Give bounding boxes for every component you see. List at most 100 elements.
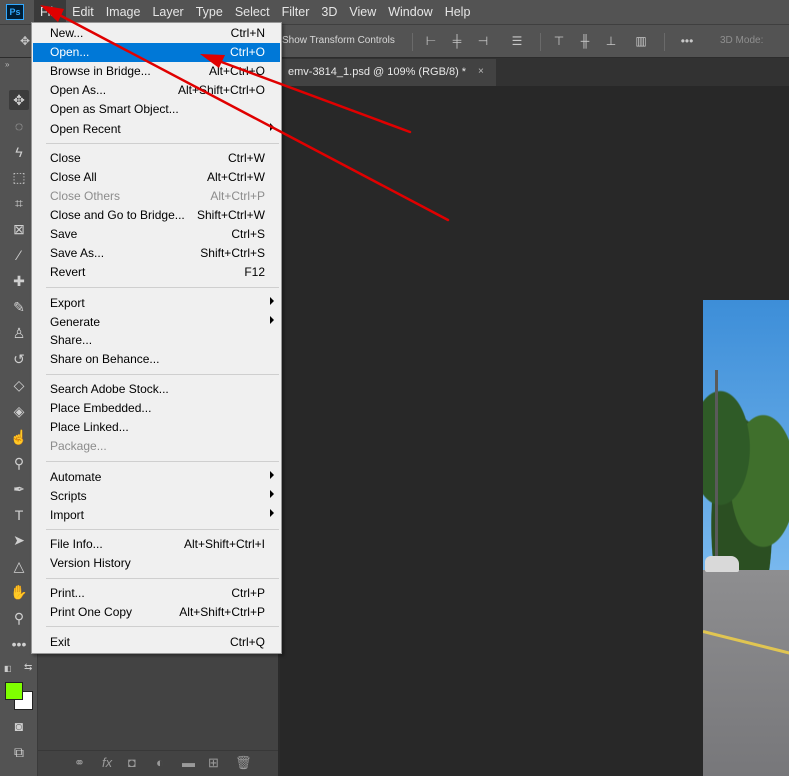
object-selection-tool-icon[interactable]: ⬚: [9, 167, 29, 187]
menu-layer[interactable]: Layer: [146, 0, 189, 24]
smudge-tool-icon[interactable]: ☝: [9, 427, 29, 447]
lasso-tool-icon[interactable]: ϟ: [9, 142, 29, 162]
file-menu-item-open-recent[interactable]: Open Recent: [33, 120, 280, 139]
dodge-tool-icon[interactable]: ⚲: [9, 453, 29, 473]
close-document-icon[interactable]: ×: [478, 66, 484, 77]
menu-3d[interactable]: 3D: [315, 0, 343, 24]
crop-tool-icon[interactable]: ⌗: [9, 193, 29, 213]
file-menu-item-close-and-go-to-bridge[interactable]: Close and Go to Bridge... Shift+Ctrl+W: [33, 206, 280, 225]
submenu-arrow-icon: [270, 509, 274, 517]
file-menu-item-file-info[interactable]: File Info... Alt+Shift+Ctrl+I: [33, 535, 280, 554]
file-menu-item-save[interactable]: Save Ctrl+S: [33, 225, 280, 244]
distribute-icon[interactable]: ☰: [510, 34, 524, 48]
menu-item-label: Place Embedded...: [50, 401, 152, 415]
align-middle-icon[interactable]: ╫: [578, 34, 592, 48]
file-menu-item-new[interactable]: New... Ctrl+N: [33, 24, 280, 43]
menu-help[interactable]: Help: [439, 0, 477, 24]
new-layer-icon[interactable]: ⊞: [208, 755, 219, 771]
menu-file[interactable]: File: [34, 0, 67, 24]
frame-tool-icon[interactable]: ⊠: [9, 219, 29, 239]
file-menu-item-revert[interactable]: Revert F12: [33, 263, 280, 282]
move-tool-preset-icon[interactable]: ✥: [18, 34, 32, 48]
file-menu-item-generate[interactable]: Generate: [33, 313, 280, 332]
hand-tool-icon[interactable]: ✋: [9, 582, 29, 602]
eyedropper-tool-icon[interactable]: ⁄: [9, 245, 29, 265]
file-menu-item-place-embedded[interactable]: Place Embedded...: [33, 399, 280, 418]
screen-mode-icon[interactable]: ⧉: [9, 742, 29, 762]
menu-item-shortcut: Alt+Ctrl+P: [210, 189, 265, 203]
move-tool-icon[interactable]: ✥: [9, 90, 29, 110]
foreground-color-swatch[interactable]: [5, 682, 23, 700]
paint-bucket-tool-icon[interactable]: ◈: [9, 401, 29, 421]
menu-item-label: Exit: [50, 635, 71, 649]
menu-separator: [46, 287, 279, 288]
shape-tool-icon[interactable]: △: [9, 556, 29, 576]
pen-tool-icon[interactable]: ✒: [9, 479, 29, 499]
link-layers-icon[interactable]: ⚭: [74, 755, 85, 771]
menu-item-label: Print One Copy: [50, 605, 133, 619]
file-menu-item-place-linked[interactable]: Place Linked...: [33, 418, 280, 437]
healing-brush-tool-icon[interactable]: ✚: [9, 271, 29, 291]
more-options-icon[interactable]: •••: [680, 34, 694, 48]
menu-item-shortcut: Alt+Ctrl+W: [206, 170, 265, 184]
adjustment-layer-icon[interactable]: ◐: [156, 755, 164, 770]
align-right-icon[interactable]: ⊣: [476, 34, 490, 48]
quick-mask-icon[interactable]: ◙: [9, 716, 29, 736]
menu-window[interactable]: Window: [382, 0, 438, 24]
menu-item-label: Open as Smart Object...: [50, 102, 179, 116]
file-menu-item-export[interactable]: Export: [33, 294, 280, 313]
file-menu-item-share-on-behance[interactable]: Share on Behance...: [33, 350, 280, 369]
menu-filter[interactable]: Filter: [276, 0, 316, 24]
file-menu-item-search-adobe-stock[interactable]: Search Adobe Stock...: [33, 380, 280, 399]
file-menu-item-scripts[interactable]: Scripts: [33, 487, 280, 506]
menu-view[interactable]: View: [343, 0, 382, 24]
file-menu-item-share[interactable]: Share...: [33, 331, 280, 350]
file-menu-item-exit[interactable]: Exit Ctrl+Q: [33, 633, 280, 652]
layer-style-icon[interactable]: fx: [102, 755, 112, 770]
file-menu-item-version-history[interactable]: Version History: [33, 554, 280, 573]
file-menu-item-browse-in-bridge[interactable]: Browse in Bridge... Alt+Ctrl+O: [33, 62, 280, 81]
file-menu-item-save-as[interactable]: Save As... Shift+Ctrl+S: [33, 244, 280, 263]
menu-item-label: Place Linked...: [50, 420, 129, 434]
swap-colors-icon[interactable]: ⇆: [24, 662, 32, 673]
file-menu-item-print-one-copy[interactable]: Print One Copy Alt+Shift+Ctrl+P: [33, 603, 280, 622]
menu-item-label: Import: [50, 508, 85, 522]
distribute-vertical-icon[interactable]: ▥: [634, 34, 648, 48]
file-menu-item-automate[interactable]: Automate: [33, 468, 280, 487]
history-brush-tool-icon[interactable]: ↺: [9, 349, 29, 369]
file-menu-item-close[interactable]: Close Ctrl+W: [33, 149, 280, 168]
file-menu-item-open-as[interactable]: Open As... Alt+Shift+Ctrl+O: [33, 81, 280, 100]
new-group-icon[interactable]: ▬: [182, 755, 195, 770]
align-center-icon[interactable]: ╪: [450, 34, 464, 48]
document-tab[interactable]: emv-3814_1.psd @ 109% (RGB/8) *: [280, 59, 496, 86]
type-tool-icon[interactable]: T: [9, 505, 29, 525]
zoom-tool-icon[interactable]: ⚲: [9, 608, 29, 628]
menu-item-label: Save As...: [50, 246, 105, 260]
align-top-icon[interactable]: ⊤: [552, 34, 566, 48]
file-menu-item-import[interactable]: Import: [33, 506, 280, 525]
align-bottom-icon[interactable]: ⊥: [604, 34, 618, 48]
brush-tool-icon[interactable]: ✎: [9, 297, 29, 317]
align-left-icon[interactable]: ⊢: [424, 34, 438, 48]
show-transform-controls-label[interactable]: Show Transform Controls: [282, 35, 395, 46]
menu-edit[interactable]: Edit: [66, 0, 100, 24]
default-colors-icon[interactable]: ◧: [4, 664, 12, 673]
file-menu-item-print[interactable]: Print... Ctrl+P: [33, 584, 280, 603]
menu-bar: Ps File Edit Image Layer Type Select Fil…: [0, 0, 789, 24]
delete-layer-icon[interactable]: 🗑: [235, 755, 252, 771]
eraser-tool-icon[interactable]: ◇: [9, 375, 29, 395]
collapse-toolbar-icon[interactable]: »: [5, 60, 9, 69]
menu-image[interactable]: Image: [100, 0, 147, 24]
menu-select[interactable]: Select: [229, 0, 276, 24]
file-menu-item-close-all[interactable]: Close All Alt+Ctrl+W: [33, 168, 280, 187]
file-menu-item-open-as-smart-object[interactable]: Open as Smart Object...: [33, 100, 280, 119]
menu-type[interactable]: Type: [190, 0, 229, 24]
file-menu-item-open[interactable]: Open... Ctrl+O: [33, 43, 280, 62]
marquee-tool-icon[interactable]: ◌: [9, 116, 29, 136]
menu-separator: [46, 578, 279, 579]
clone-stamp-tool-icon[interactable]: ♙: [9, 323, 29, 343]
document-image[interactable]: [703, 300, 789, 776]
more-tools-icon[interactable]: •••: [9, 634, 29, 654]
layer-mask-icon[interactable]: ◘: [128, 755, 136, 770]
path-selection-tool-icon[interactable]: ➤: [9, 530, 29, 550]
